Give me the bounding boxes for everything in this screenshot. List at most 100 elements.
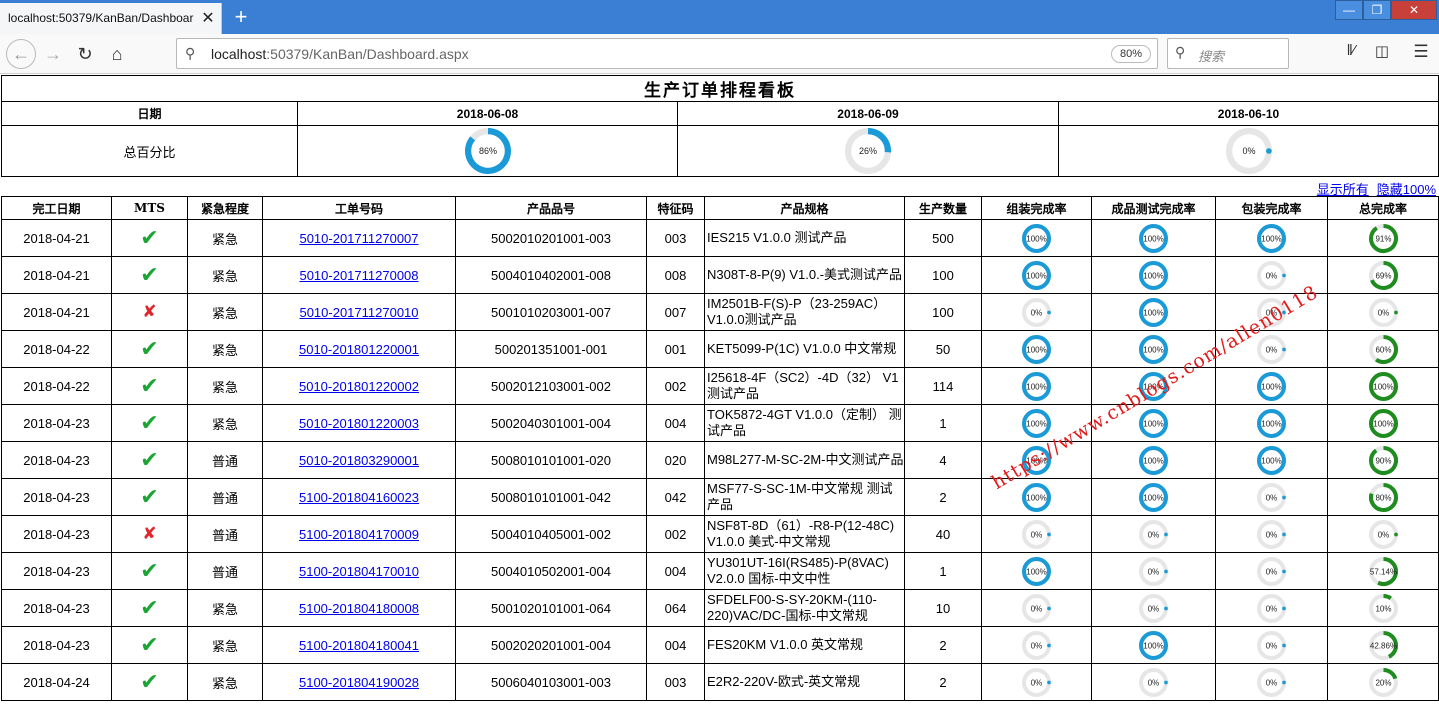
total-rate-cell: 100%: [1327, 367, 1439, 405]
order-number-link[interactable]: 5100-201804190028: [299, 675, 419, 690]
progress-ring-label: 0%: [1148, 567, 1160, 576]
due-date-cell: 2018-04-23: [1, 478, 112, 516]
total-rate-cell: 42.86%: [1327, 626, 1439, 664]
window-close-icon[interactable]: ✕: [1391, 0, 1437, 20]
hide-100-link[interactable]: 隐藏100%: [1377, 182, 1436, 197]
browser-tab[interactable]: localhost:50379/KanBan/Dashboard.aspx ✕: [0, 3, 222, 34]
show-all-link[interactable]: 显示所有: [1317, 182, 1369, 197]
progress-ring-label: 0%: [1266, 567, 1278, 576]
table-row: 2018-04-23 ✔ 紧急 5100-201804180008 5001020101…: [1, 589, 1439, 627]
search-box[interactable]: ⚲ 搜索: [1167, 38, 1289, 69]
feature-code-cell: 004: [646, 404, 705, 442]
progress-ring: 0%: [1257, 260, 1286, 290]
mts-cell: ✔: [111, 441, 188, 479]
check-icon: ✔: [140, 447, 159, 472]
progress-ring: 0%: [1257, 593, 1286, 623]
table-row: 2018-04-23 ✔ 紧急 5100-201804180041 5002020201…: [1, 626, 1439, 664]
close-icon[interactable]: ✕: [200, 9, 216, 29]
search-placeholder: 搜索: [1198, 49, 1225, 64]
progress-ring-label: 86%: [478, 146, 496, 156]
total-rate-cell: 0%: [1327, 515, 1439, 553]
order-number-link[interactable]: 5100-201804170009: [299, 527, 419, 542]
progress-ring: 100%: [1257, 445, 1286, 475]
due-date-cell: 2018-04-23: [1, 515, 112, 553]
table-row: 2018-04-23 ✔ 普通 5100-201804170010 5004010502…: [1, 552, 1439, 590]
feature-code-cell: 003: [646, 663, 705, 701]
back-arrow-icon[interactable]: ←: [6, 39, 36, 69]
order-number-link[interactable]: 5100-201804160023: [299, 490, 419, 505]
date-column-header: 2018-06-08: [297, 101, 678, 126]
order-number-link[interactable]: 5010-201801220003: [299, 416, 419, 431]
minimize-icon[interactable]: —: [1335, 0, 1363, 20]
check-icon: ✔: [140, 410, 159, 435]
progress-ring-label: 0%: [1031, 604, 1043, 613]
library-icon[interactable]: ‖⁄: [1340, 42, 1362, 64]
progress-ring-label: 0%: [1266, 641, 1278, 650]
progress-ring-dot: [1282, 606, 1286, 610]
urgency-cell: 紧急: [187, 589, 263, 627]
progress-ring-label: 100%: [1143, 419, 1163, 428]
progress-ring: 80%: [1368, 482, 1398, 512]
order-number-link[interactable]: 5010-201711270008: [299, 268, 418, 283]
progress-ring-label: 100%: [1261, 382, 1281, 391]
progress-ring: 100%: [1022, 260, 1051, 290]
mts-cell: ✔: [111, 552, 188, 590]
progress-ring-dot: [1393, 310, 1398, 314]
progress-ring: 100%: [1022, 556, 1051, 586]
search-icon: ⚲: [1175, 44, 1186, 60]
order-number-link[interactable]: 5010-201801220001: [299, 342, 419, 357]
order-number-link[interactable]: 5100-201804170010: [299, 564, 419, 579]
assembly-rate-cell: 0%: [981, 515, 1092, 553]
sidebar-icon[interactable]: ◫: [1371, 42, 1393, 64]
order-number-link[interactable]: 5010-201711270007: [299, 231, 418, 246]
check-icon: ✔: [140, 225, 159, 250]
progress-ring-dot: [1164, 569, 1168, 573]
new-tab-icon[interactable]: +: [228, 6, 254, 30]
order-number-link[interactable]: 5100-201804180041: [299, 638, 419, 653]
product-number-cell: 5008010101001-042: [455, 478, 647, 516]
progress-ring-dot: [1047, 643, 1051, 647]
test-rate-cell: 0%: [1091, 589, 1216, 627]
home-icon[interactable]: ⌂: [102, 39, 132, 69]
total-progress-ring: 0%: [1225, 128, 1272, 174]
progress-ring: 100%: [1139, 445, 1168, 475]
product-spec-cell: MSF77-S-SC-1M-中文常规 测试产品: [704, 478, 905, 516]
summary-header-row: 日期 2018-06-08 2018-06-09 2018-06-10: [1, 101, 1439, 126]
urgency-cell: 紧急: [187, 404, 263, 442]
test-rate-cell: 0%: [1091, 515, 1216, 553]
reload-icon[interactable]: ↻: [70, 39, 100, 69]
progress-ring-label: 26%: [859, 146, 877, 156]
product-number-cell: 5002012103001-002: [455, 367, 647, 405]
pack-rate-cell: 100%: [1215, 441, 1328, 479]
check-icon: ✔: [140, 595, 159, 620]
address-bar[interactable]: ⚲ localhost:50379/KanBan/Dashboard.aspx …: [176, 38, 1158, 69]
total-rate-cell: 91%: [1327, 219, 1439, 257]
order-number-link[interactable]: 5010-201801220002: [299, 379, 419, 394]
product-number-cell: 5002020201001-004: [455, 626, 647, 664]
total-rate-cell: 100%: [1327, 404, 1439, 442]
product-spec-cell: M98L277-M-SC-2M-中文测试产品: [704, 441, 905, 479]
progress-ring-label: 100%: [1143, 456, 1163, 465]
progress-ring-label: 91%: [1375, 234, 1391, 243]
progress-ring-label: 90%: [1375, 456, 1391, 465]
forward-arrow-icon[interactable]: →: [38, 39, 68, 69]
url-text[interactable]: localhost:50379/KanBan/Dashboard.aspx: [211, 46, 711, 64]
hamburger-menu-icon[interactable]: ☰: [1410, 42, 1432, 64]
restore-icon[interactable]: ❐: [1363, 0, 1391, 20]
order-number-cell: 5100-201804190028: [262, 663, 456, 701]
date-total-percent: 86%: [297, 125, 678, 177]
zoom-indicator[interactable]: 80%: [1111, 45, 1151, 63]
progress-ring-label: 100%: [1026, 567, 1046, 576]
urgency-cell: 普通: [187, 441, 263, 479]
column-header: 工单号码: [262, 196, 456, 220]
order-number-cell: 5010-201711270007: [262, 219, 456, 257]
progress-ring-label: 100%: [1143, 345, 1163, 354]
assembly-rate-cell: 100%: [981, 256, 1092, 294]
progress-ring: 100%: [1022, 334, 1051, 364]
progress-ring-label: 100%: [1373, 419, 1393, 428]
order-number-link[interactable]: 5100-201804180008: [299, 601, 419, 616]
order-number-link[interactable]: 5010-201803290001: [299, 453, 419, 468]
orders-table: 完工日期 MTS 紧急程度 工单号码 产品品号 特征码 产品规格 生产数量 组装完成率 成品测试完…: [1, 196, 1439, 701]
order-number-link[interactable]: 5010-201711270010: [299, 305, 418, 320]
progress-ring-label: 60%: [1375, 345, 1391, 354]
